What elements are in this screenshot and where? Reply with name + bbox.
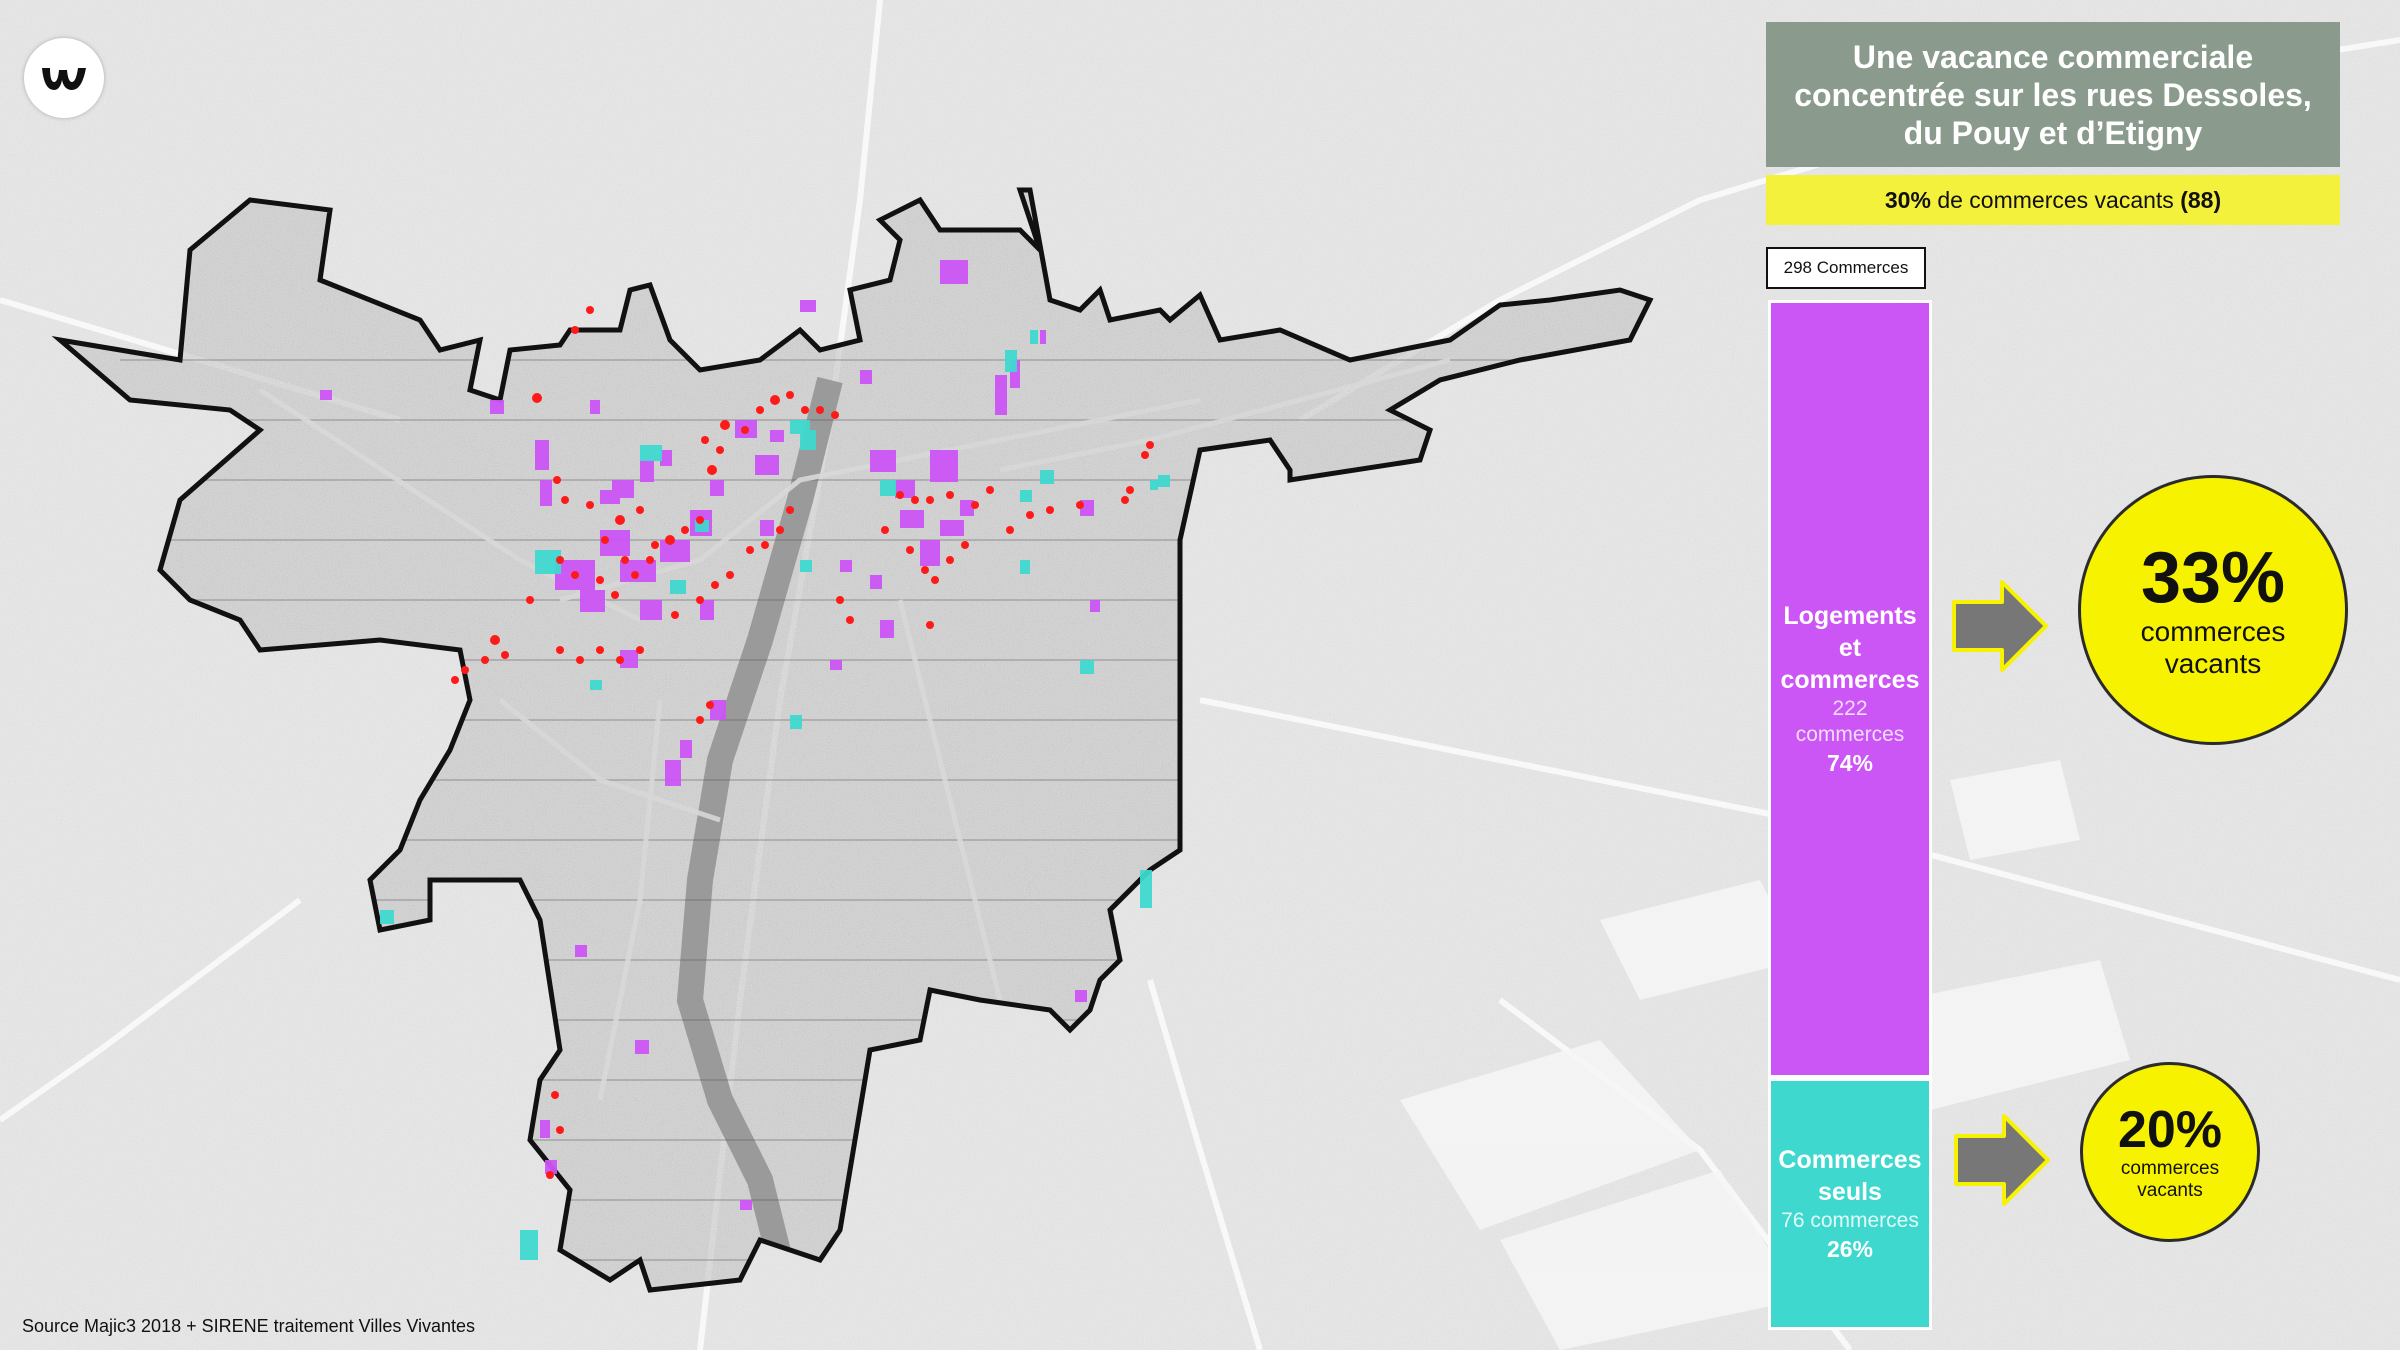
segment-percent: 74%: [1826, 750, 1874, 776]
page-title: Une vacance commerciale concentrée sur l…: [1766, 22, 2340, 167]
segment-count: 76 commerces: [1781, 1209, 1919, 1232]
vacancy-count: (88): [2180, 186, 2222, 213]
total-commerces-label: 298 Commerces: [1766, 247, 1926, 289]
vacancy-value: 20%: [2117, 1101, 2223, 1159]
title-text: Une vacance commerciale concentrée sur l…: [1794, 38, 2312, 151]
source-note: Source Majic3 2018 + SIRENE traitement V…: [22, 1316, 476, 1336]
vacancy-label: commerces vacants: [2140, 616, 2286, 679]
right-arrow-icon: [1952, 580, 2048, 672]
vacancy-percent: 30%: [1884, 186, 1931, 213]
vacancy-circle-shops: 20% commerces vacants: [2080, 1062, 2260, 1242]
vacancy-text: de commerces vacants: [1930, 186, 2181, 213]
segment-label: Commerces seuls: [1778, 1146, 1922, 1206]
segment-count: 222 commerces: [1795, 697, 1905, 746]
villes-vivantes-logo: [24, 38, 104, 118]
segment-label: Logements et commerces: [1780, 602, 1920, 694]
vacancy-label: commerces vacants: [2120, 1158, 2220, 1201]
vacancy-circle-mixed: 33% commerces vacants: [2078, 475, 2348, 745]
segment-percent: 26%: [1826, 1236, 1874, 1262]
right-arrow-icon: [1954, 1114, 2050, 1206]
vacancy-banner: 30% de commerces vacants (88): [1766, 175, 2340, 225]
segment-commerces-seuls: Commerces seuls 76 commerces 26%: [1768, 1078, 1932, 1330]
segment-logements-commerces: Logements et commerces 222 commerces 74%: [1768, 300, 1932, 1078]
vacancy-value: 33%: [2140, 538, 2286, 618]
